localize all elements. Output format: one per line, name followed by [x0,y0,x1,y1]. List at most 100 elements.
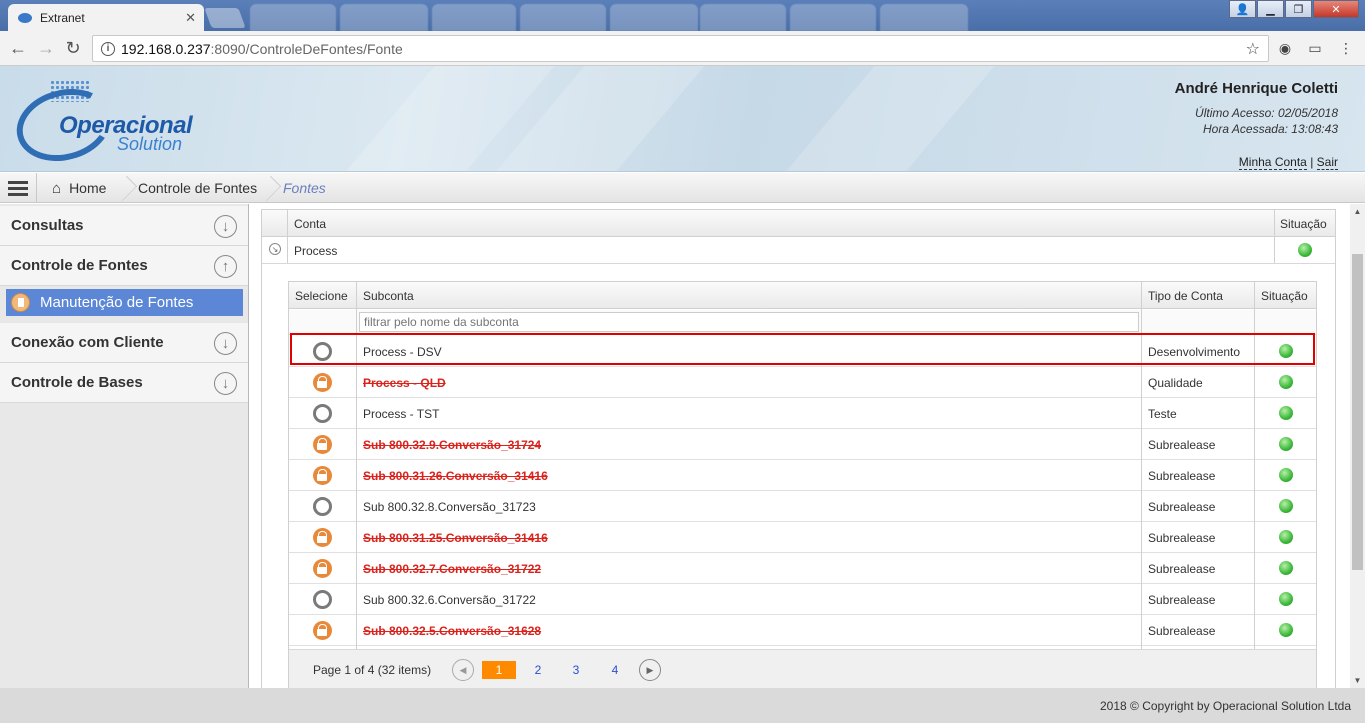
browser-menu-icon[interactable]: ⋮ [1337,39,1355,57]
sidebar-item-manutencao-fontes[interactable]: Manutenção de Fontes [6,289,243,316]
table-row[interactable]: Sub 800.32.8.Conversão_31723 Subrealease [289,491,1316,522]
extension-icon[interactable]: ◉ [1276,39,1294,57]
row-select[interactable] [313,621,332,640]
browser-tab-background[interactable] [340,4,428,31]
site-info-icon[interactable]: i [101,41,115,56]
tipo-conta: Subrealease [1148,561,1216,576]
new-tab-button[interactable] [204,8,246,28]
browser-tab-background[interactable] [432,4,516,31]
grid-divider [356,282,357,649]
radio-button[interactable] [313,590,332,609]
filter-row [289,310,1316,335]
breadcrumb-home[interactable]: ⌂ Home [52,173,106,203]
browser-tab-background[interactable] [790,4,876,31]
breadcrumb-separator [120,173,130,203]
prev-page-icon[interactable]: ◀ [452,659,474,681]
table-row[interactable]: Process - TST Teste [289,398,1316,429]
forward-button[interactable]: → [36,38,56,58]
next-page-icon[interactable]: ▶ [639,659,661,681]
back-button[interactable]: ← [8,38,28,58]
maximize-button[interactable]: ❐ [1285,0,1312,18]
grid-divider [1141,282,1142,649]
radio-button[interactable] [313,497,332,516]
radio-button[interactable] [313,342,332,361]
status-ok-icon [1279,623,1293,637]
logout-link[interactable]: Sair [1316,155,1338,170]
table-row[interactable]: Sub 800.32.5.Conversão_31628 Subrealease [289,615,1316,646]
my-account-link[interactable]: Minha Conta [1238,155,1307,170]
user-info: André Henrique Coletti Último Acesso: 02… [1175,80,1338,170]
column-header-situacao[interactable]: Situação [1261,282,1308,309]
table-row[interactable]: Sub 800.31.26.Conversão_31416 Subrealease [289,460,1316,491]
subconta-name: Sub 800.32.9.Conversão_31724 [363,437,542,452]
expand-down-icon[interactable]: ↓ [214,215,237,238]
close-tab-icon[interactable]: ✕ [185,10,196,26]
breadcrumb-home-label: Home [69,180,107,196]
subconta-name: Sub 800.32.8.Conversão_31723 [363,499,536,514]
user-profile-icon[interactable]: 👤 [1229,0,1256,18]
lock-icon [313,435,332,454]
table-row[interactable]: Process - QLD Qualidade [289,367,1316,398]
row-select[interactable] [313,373,332,392]
tipo-conta: Subrealease [1148,592,1216,607]
table-row[interactable]: Sub 800.32.7.Conversão_31722 Subrealease [289,553,1316,584]
collapse-row-icon[interactable]: ↘ [269,243,281,255]
expand-down-icon[interactable]: ↓ [214,332,237,355]
url-field[interactable]: i 192.168.0.237:8090/ControleDeFontes/Fo… [92,35,1269,62]
row-select[interactable] [313,559,332,578]
minimize-button[interactable]: ▁ [1257,0,1284,18]
column-header-situacao[interactable]: Situação [1280,210,1327,237]
row-select[interactable] [313,466,332,485]
page-4-button[interactable]: 4 [598,661,632,679]
browser-tab-background[interactable] [520,4,606,31]
browser-tab-background[interactable] [700,4,786,31]
column-header-subconta[interactable]: Subconta [363,282,414,309]
row-select[interactable] [313,497,332,516]
scroll-thumb[interactable] [1352,254,1363,570]
row-select[interactable] [313,528,332,547]
sidebar: Consultas ↓ Controle de Fontes ↑ Manuten… [0,204,249,688]
page-3-button[interactable]: 3 [559,661,593,679]
bookmark-star-icon[interactable]: ☆ [1246,39,1260,59]
browser-tab-background[interactable] [610,4,698,31]
scroll-down-icon[interactable]: ▼ [1350,673,1365,688]
table-row[interactable]: Process - DSV Desenvolvimento [289,336,1316,367]
subconta-filter-input[interactable] [359,312,1139,332]
window-controls: 👤 ▁ ❐ ✕ [1228,0,1359,18]
tipo-conta: Teste [1148,406,1177,421]
page-2-button[interactable]: 2 [521,661,555,679]
row-select[interactable] [313,404,332,423]
browser-tab-background[interactable] [880,4,968,31]
reload-button[interactable]: ↻ [63,38,83,58]
extension-icon-2[interactable]: ▭ [1306,39,1324,57]
radio-button[interactable] [313,404,332,423]
close-window-button[interactable]: ✕ [1313,0,1359,18]
expand-down-icon[interactable]: ↓ [214,372,237,395]
pager: Page 1 of 4 (32 items) ◀ 1 2 3 4 ▶ [289,649,1316,689]
table-row[interactable]: Sub 800.31.25.Conversão_31416 Subrealease [289,522,1316,553]
breadcrumb-controle-fontes[interactable]: Controle de Fontes [138,173,257,203]
sidebar-group-controle-bases[interactable]: Controle de Bases ↓ [0,363,248,403]
scroll-up-icon[interactable]: ▲ [1350,204,1365,219]
table-row[interactable]: ↘ Process [262,238,1335,264]
column-header-conta[interactable]: Conta [294,210,326,237]
column-header-tipo[interactable]: Tipo de Conta [1148,282,1223,309]
sidebar-group-controle-fontes[interactable]: Controle de Fontes ↑ [0,246,248,286]
browser-tab-active[interactable]: Extranet ✕ [8,4,204,31]
status-ok-icon [1279,437,1293,451]
sidebar-group-conexao-cliente[interactable]: Conexão com Cliente ↓ [0,323,248,363]
table-row[interactable]: Sub 800.32.6.Conversão_31722 Subrealease [289,584,1316,615]
row-select[interactable] [313,342,332,361]
page-1-button[interactable]: 1 [482,661,516,679]
table-row[interactable]: Sub 800.32.9.Conversão_31724 Subrealease [289,429,1316,460]
sidebar-group-consultas[interactable]: Consultas ↓ [0,206,248,246]
row-select[interactable] [313,435,332,454]
page-scrollbar[interactable]: ▲ ▼ [1350,204,1365,688]
status-ok-icon [1279,499,1293,513]
collapse-up-icon[interactable]: ↑ [214,255,237,278]
subconta-name: Sub 800.32.6.Conversão_31722 [363,592,536,607]
row-select[interactable] [313,590,332,609]
column-header-selecione[interactable]: Selecione [295,282,348,309]
browser-tab-background[interactable] [250,4,336,31]
menu-toggle-button[interactable] [0,173,37,203]
